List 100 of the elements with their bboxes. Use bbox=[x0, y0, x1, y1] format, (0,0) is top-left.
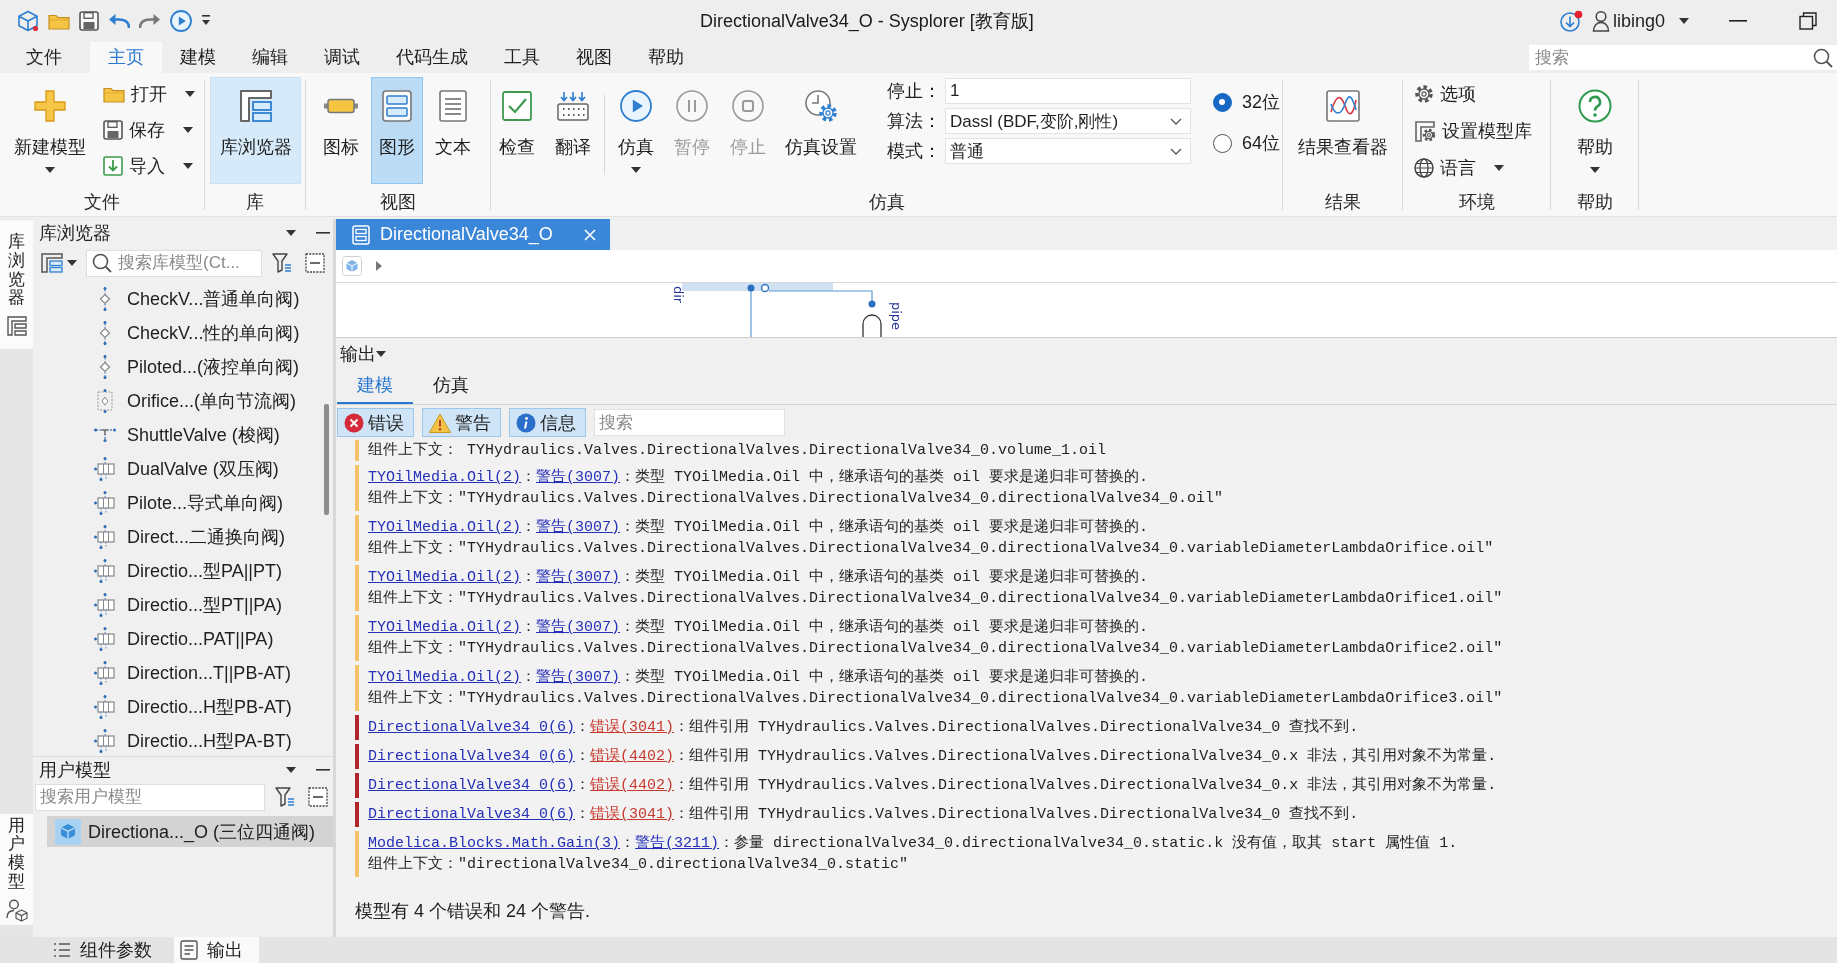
menu-item[interactable]: 代码生成 bbox=[378, 42, 486, 73]
panel-tab[interactable]: 输出 bbox=[174, 937, 259, 963]
minimize-icon[interactable] bbox=[316, 768, 330, 771]
tree-item[interactable]: Directio...型PA||PT) bbox=[88, 554, 287, 588]
document-tab[interactable]: DirectionalValve34_O bbox=[336, 219, 610, 250]
radio-button[interactable] bbox=[1213, 92, 1232, 112]
filter-button[interactable]: 信息 bbox=[509, 408, 586, 437]
code-link[interactable]: 警告(3007) bbox=[536, 469, 621, 486]
search-field[interactable]: 搜索库模型(Ct... bbox=[86, 249, 262, 277]
code-link[interactable]: 警告(3211) bbox=[635, 835, 720, 852]
tree-item[interactable]: Direct...二通换向阀) bbox=[88, 520, 289, 554]
menu-item[interactable]: 工具 bbox=[486, 42, 558, 73]
source-link[interactable]: TYOilMedia.Oil(2) bbox=[368, 519, 522, 536]
download-icon[interactable] bbox=[1558, 10, 1583, 32]
tree-item[interactable]: Orifice...(单向节流阀) bbox=[88, 384, 300, 418]
search-field[interactable]: 搜索 bbox=[594, 409, 785, 436]
ribbon-button[interactable]: 结果查看器 bbox=[1291, 77, 1394, 184]
user-icon[interactable] bbox=[1591, 10, 1610, 32]
source-link[interactable]: TYOilMedia.Oil(2) bbox=[368, 669, 522, 686]
tree-item[interactable]: CheckV...性的单向阀) bbox=[88, 316, 304, 350]
caret-icon[interactable] bbox=[376, 350, 386, 357]
source-link[interactable]: DirectionalValve34_0(6) bbox=[368, 748, 576, 765]
code-link[interactable]: 警告(3007) bbox=[536, 669, 621, 686]
code-link[interactable]: 错误(4402) bbox=[590, 748, 675, 765]
tree-item[interactable]: Piloted...(液控单向阀) bbox=[88, 350, 304, 384]
scrollbar-thumb[interactable] bbox=[324, 404, 329, 515]
ribbon-button[interactable]: 文本 bbox=[427, 77, 479, 184]
menu-item[interactable]: 视图 bbox=[558, 42, 630, 73]
ribbon-button[interactable]: 语言 bbox=[1414, 153, 1532, 183]
close-icon[interactable] bbox=[584, 228, 596, 241]
tree-item[interactable]: Direction...T||PB-AT) bbox=[88, 656, 296, 690]
menu-item[interactable]: 编辑 bbox=[234, 42, 306, 73]
ribbon-button[interactable]: 选项 bbox=[1414, 79, 1532, 109]
source-link[interactable]: TYOilMedia.Oil(2) bbox=[368, 469, 522, 486]
code-link[interactable]: 错误(4402) bbox=[590, 777, 675, 794]
ribbon-button[interactable]: 图标 bbox=[315, 77, 367, 184]
filter-button[interactable]: 错误 bbox=[337, 408, 414, 437]
caret-icon[interactable] bbox=[286, 230, 296, 236]
text-field[interactable]: 1 bbox=[945, 78, 1191, 104]
ribbon-button[interactable]: 图形 bbox=[371, 77, 423, 184]
code-link[interactable]: 警告(3007) bbox=[536, 619, 621, 636]
menu-item[interactable]: 调试 bbox=[306, 42, 378, 73]
source-link[interactable]: DirectionalValve34_0(6) bbox=[368, 777, 576, 794]
tree-item[interactable]: Pilote...导式单向阀) bbox=[88, 486, 288, 520]
play-icon[interactable] bbox=[170, 10, 192, 32]
tree-item[interactable]: ShuttleValve (梭阀) bbox=[88, 418, 284, 452]
ribbon-button[interactable]: 仿真 bbox=[611, 77, 661, 184]
code-link[interactable]: 警告(3007) bbox=[536, 519, 621, 536]
filter-icon[interactable] bbox=[272, 253, 292, 273]
caret-icon[interactable] bbox=[67, 260, 77, 266]
tree-item[interactable]: DualValve (双压阀) bbox=[88, 452, 283, 486]
undo-icon[interactable] bbox=[108, 13, 130, 29]
ribbon-button[interactable]: 库浏览器 bbox=[210, 77, 301, 184]
code-link[interactable]: 错误(3041) bbox=[590, 806, 675, 823]
ribbon-button[interactable]: 翻译 bbox=[548, 77, 598, 184]
panel-tab[interactable]: 组件参数 bbox=[47, 937, 168, 963]
ribbon-button[interactable]: 新建模型 bbox=[9, 77, 91, 184]
caret-icon[interactable] bbox=[286, 766, 296, 773]
side-tab[interactable]: 库浏览器 bbox=[0, 220, 33, 349]
tree-item[interactable]: Directio...PAT||PA) bbox=[88, 622, 278, 656]
tree-item[interactable]: CheckV...普通单向阀) bbox=[88, 282, 304, 316]
dropdown-icon[interactable] bbox=[201, 15, 211, 27]
ribbon-button[interactable]: 检查 bbox=[492, 77, 542, 184]
menu-item[interactable]: 主页 bbox=[90, 42, 162, 73]
redo-icon[interactable] bbox=[139, 13, 161, 29]
code-link[interactable]: 错误(3041) bbox=[590, 719, 675, 736]
source-link[interactable]: DirectionalValve34_0(6) bbox=[368, 806, 576, 823]
menu-item[interactable]: 文件 bbox=[8, 42, 80, 73]
code-link[interactable]: 警告(3007) bbox=[536, 569, 621, 586]
source-link[interactable]: DirectionalValve34_0(6) bbox=[368, 719, 576, 736]
side-tab[interactable]: 用户模型 bbox=[0, 814, 33, 925]
restore-icon[interactable] bbox=[1799, 12, 1817, 30]
tree-view-icon[interactable] bbox=[41, 253, 63, 273]
caret-icon[interactable] bbox=[1679, 18, 1689, 24]
tab[interactable]: 仿真 bbox=[413, 370, 489, 404]
filter-icon[interactable] bbox=[275, 787, 295, 807]
collapse-icon[interactable] bbox=[308, 787, 328, 807]
collapse-icon[interactable] bbox=[305, 253, 325, 273]
source-link[interactable]: TYOilMedia.Oil(2) bbox=[368, 619, 522, 636]
tree-item[interactable]: Directio...H型PA-BT) bbox=[88, 724, 296, 756]
dropdown[interactable]: 普通 bbox=[945, 138, 1191, 164]
caret-right-icon[interactable] bbox=[376, 261, 382, 271]
save-icon[interactable] bbox=[79, 11, 99, 31]
tree-item[interactable]: Directio...型PT||PA) bbox=[88, 588, 287, 622]
tree-item[interactable]: Directiona..._O (三位四通阀) bbox=[47, 816, 333, 847]
menu-item[interactable]: 帮助 bbox=[630, 42, 702, 73]
ribbon-button[interactable]: 打开 bbox=[103, 79, 195, 109]
ribbon-button[interactable]: 保存 bbox=[103, 115, 195, 145]
ribbon-button[interactable]: 设置模型库 bbox=[1414, 116, 1532, 146]
ribbon-button[interactable]: 导入 bbox=[103, 151, 195, 181]
radio-button[interactable] bbox=[1213, 133, 1232, 153]
ribbon-button[interactable]: 仿真设置 bbox=[779, 77, 863, 184]
filter-button[interactable]: 警告 bbox=[422, 408, 501, 437]
dropdown[interactable]: Dassl (BDF,变阶,刚性) bbox=[945, 108, 1191, 134]
cube-icon[interactable] bbox=[17, 10, 39, 32]
search-field[interactable]: 搜索 bbox=[1529, 45, 1837, 70]
search-field[interactable]: 搜索用户模型 bbox=[35, 783, 265, 811]
user-name[interactable]: libing0 bbox=[1612, 10, 1665, 32]
source-link[interactable]: TYOilMedia.Oil(2) bbox=[368, 569, 522, 586]
tree-item[interactable]: Directio...H型PB-AT) bbox=[88, 690, 296, 724]
